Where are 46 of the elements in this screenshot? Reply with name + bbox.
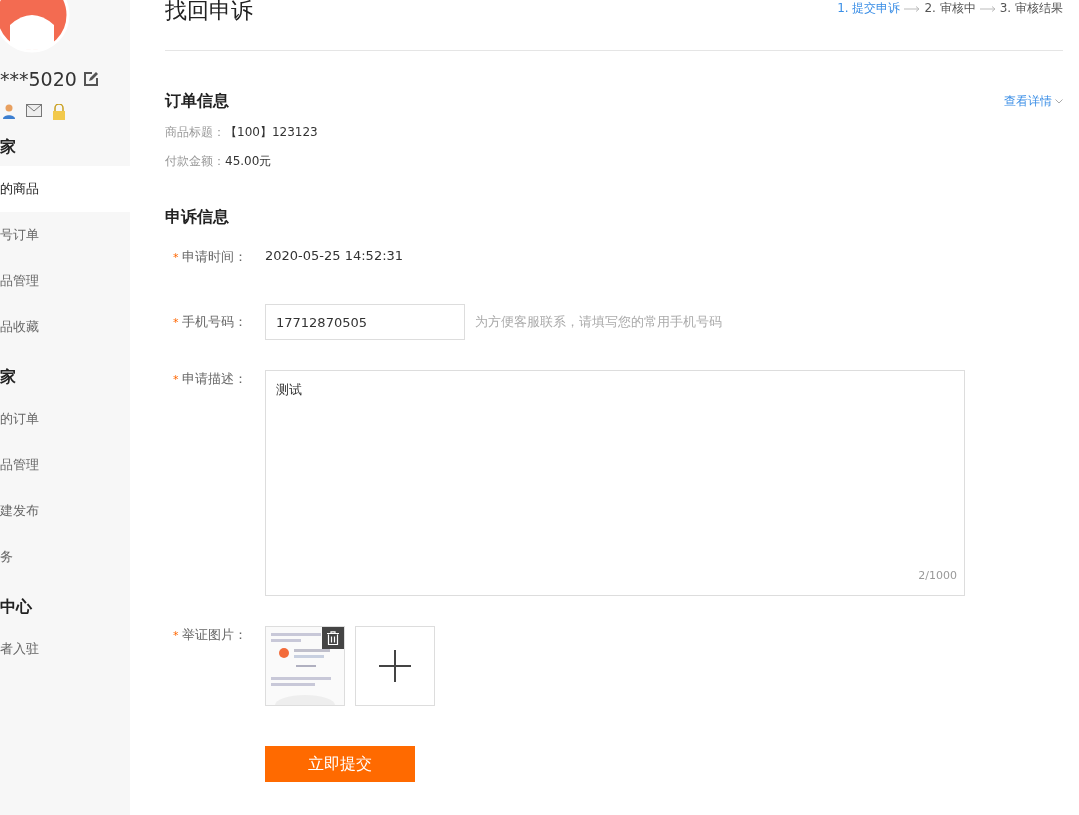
mail-icon[interactable]: [26, 104, 42, 117]
field-label: 申请描述：: [181, 371, 247, 386]
sidebar-item[interactable]: 品收藏: [0, 304, 130, 350]
phone-hint: 为方便客服联系，请填写您的常用手机号码: [475, 313, 722, 331]
required-mark: *: [173, 629, 179, 642]
field-label: 申请时间：: [181, 249, 247, 264]
info-label: 商品标题：: [165, 124, 225, 141]
sidebar-heading: 家: [0, 136, 17, 158]
chevron-icon: [1055, 99, 1063, 104]
step-label: 3. 审核结果: [999, 0, 1063, 17]
sidebar-item[interactable]: 的订单: [0, 396, 130, 442]
lock-icon[interactable]: [52, 104, 66, 120]
page-title: 找回申诉: [165, 0, 253, 25]
edit-icon[interactable]: [82, 71, 99, 87]
delete-button[interactable]: [322, 627, 344, 649]
step-label: 1. 提交申诉: [837, 0, 901, 17]
info-value: 45.00元: [225, 153, 272, 170]
trash-icon: [327, 631, 339, 645]
sidebar-heading: 中心: [0, 596, 33, 618]
sidebar-item[interactable]: 的商品: [0, 166, 130, 212]
plus-icon: [379, 650, 411, 682]
required-mark: *: [173, 373, 179, 386]
sidebar-item[interactable]: 者入驻: [0, 626, 130, 672]
sidebar-item[interactable]: 号订单: [0, 212, 130, 258]
phone-field[interactable]: 17712870505: [265, 304, 465, 340]
sidebar-heading: 家: [0, 366, 17, 388]
sidebar-item[interactable]: 品管理: [0, 442, 130, 488]
section-heading: 订单信息: [165, 91, 229, 112]
field-label: 举证图片：: [181, 627, 247, 642]
details-link[interactable]: 查看详情: [1004, 93, 1063, 110]
character-counter: 2/1000: [918, 569, 957, 582]
info-value: 【100】123123: [225, 124, 318, 141]
arrow-icon: [979, 5, 996, 12]
required-mark: *: [173, 251, 179, 264]
info-label: 付款金额：: [165, 153, 225, 170]
required-mark: *: [173, 316, 179, 329]
sidebar-item[interactable]: 务: [0, 534, 130, 580]
person-icon[interactable]: [2, 104, 16, 119]
arrow-icon: [904, 5, 921, 12]
section-heading: 申诉信息: [165, 207, 229, 228]
sidebar-item[interactable]: 建发布: [0, 488, 130, 534]
apply-time: 2020-05-25 14:52:31: [265, 248, 404, 263]
sidebar-item[interactable]: 品管理: [0, 258, 130, 304]
step-label: 2. 审核中: [924, 0, 976, 17]
field-label: 手机号码：: [181, 314, 247, 329]
username: ***5020: [0, 68, 77, 90]
